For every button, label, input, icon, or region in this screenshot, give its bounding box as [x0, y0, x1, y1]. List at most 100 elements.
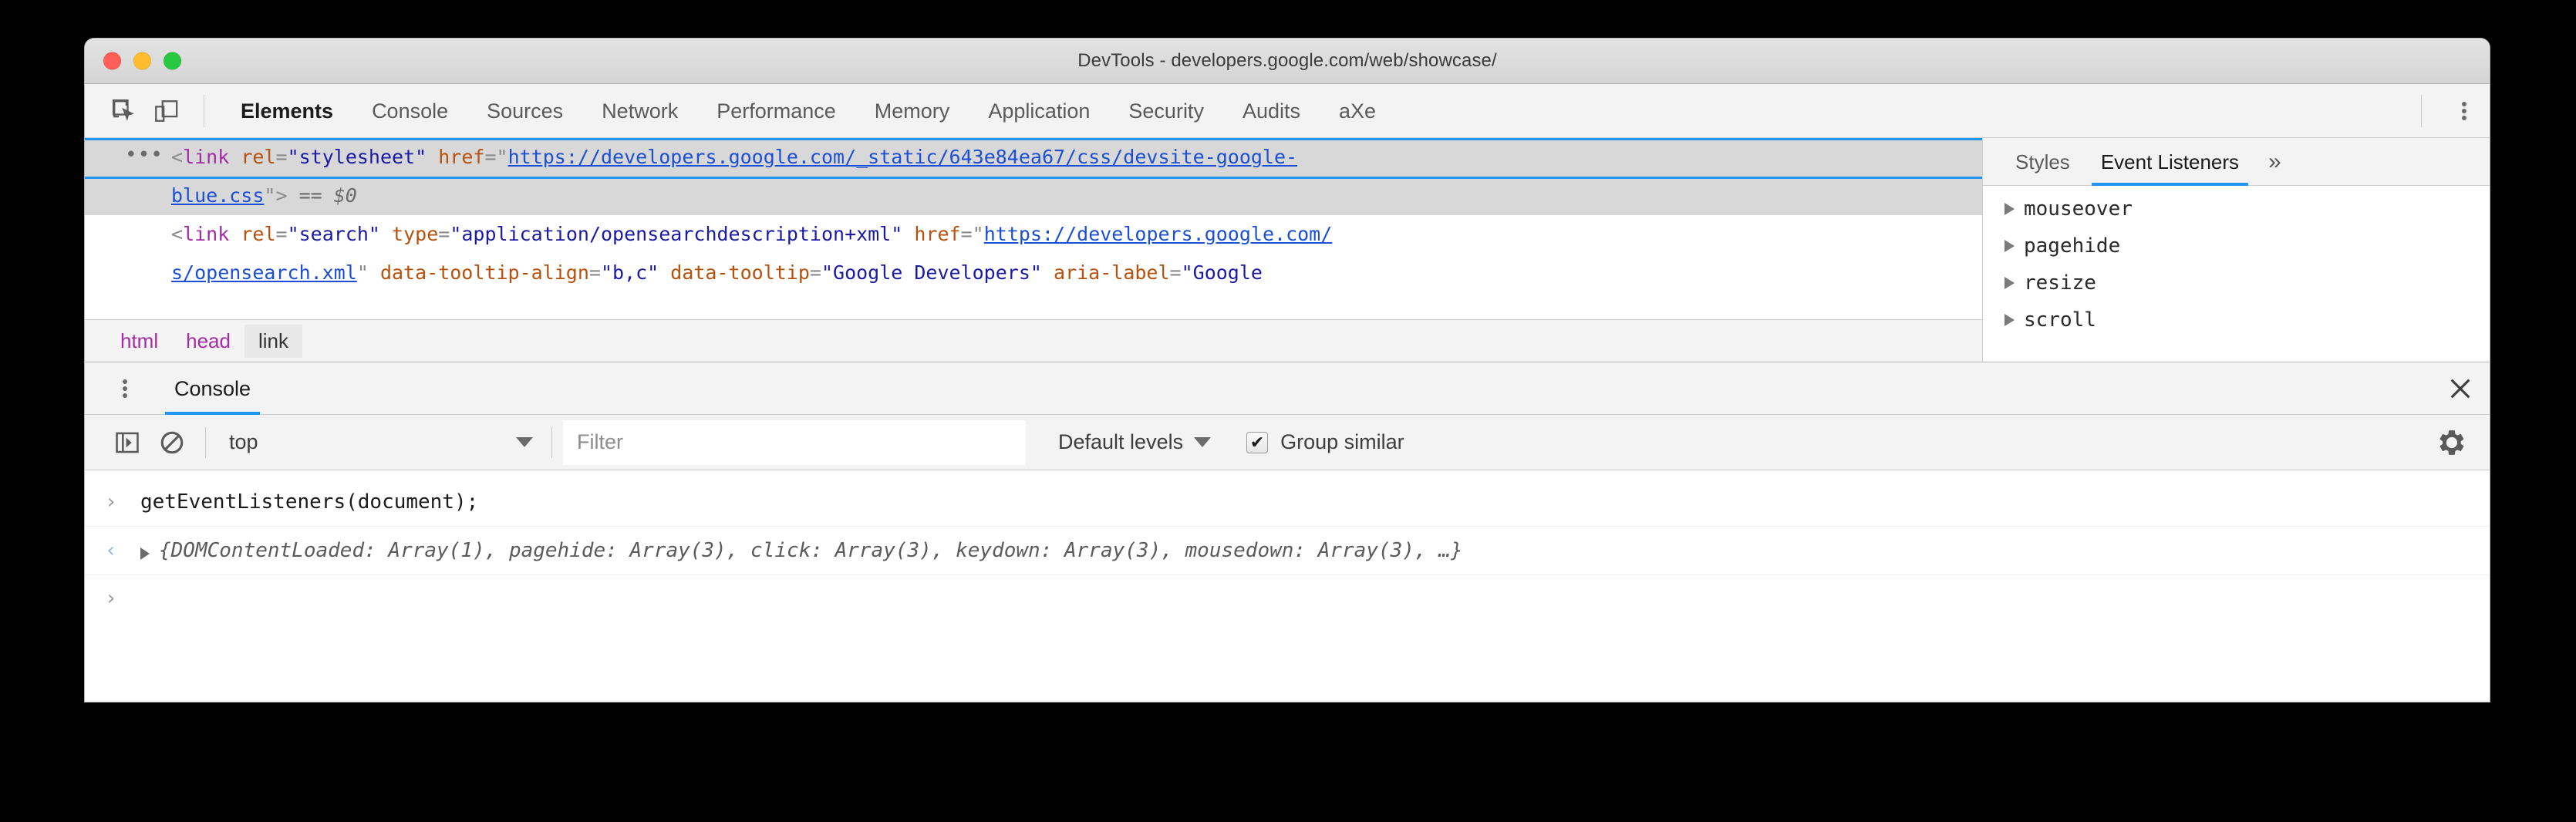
- chevron-down-icon: [1194, 437, 1211, 447]
- attr-tooltip-name: data-tooltip: [670, 261, 810, 284]
- tab-network[interactable]: Network: [582, 84, 697, 138]
- tab-memory[interactable]: Memory: [855, 84, 969, 138]
- attr-href-link-part2[interactable]: blue.css: [171, 184, 264, 207]
- tab-styles[interactable]: Styles: [2000, 138, 2085, 186]
- console-toolbar-divider: [205, 427, 206, 458]
- drawer-tab-console[interactable]: Console: [157, 362, 268, 415]
- window-controls: [103, 52, 181, 70]
- window-title: DevTools - developers.google.com/web/sho…: [1077, 50, 1497, 72]
- dom-node-link-search-wrap[interactable]: s/opensearch.xml" data-tooltip-align="b,…: [85, 254, 1982, 292]
- breadcrumb-item-link[interactable]: link: [244, 325, 302, 358]
- tab-security[interactable]: Security: [1109, 84, 1223, 138]
- tag-open-bracket-2: <: [171, 223, 183, 245]
- console-sidebar-toggle-icon[interactable]: [105, 420, 150, 465]
- tag-open-bracket: <: [171, 146, 183, 168]
- tab-application[interactable]: Application: [969, 84, 1109, 138]
- listener-item-resize[interactable]: resize: [1983, 264, 2490, 302]
- breadcrumb-item-head[interactable]: head: [172, 325, 244, 358]
- sidebar-more-tabs-icon[interactable]: »: [2254, 138, 2295, 186]
- attr-href-quote-close-2: ": [357, 261, 369, 284]
- tab-performance[interactable]: Performance: [697, 84, 855, 138]
- listener-label: scroll: [2024, 302, 2096, 339]
- listener-label: mouseover: [2024, 190, 2133, 227]
- console-toolbar-divider-2: [551, 427, 552, 458]
- console-input-line[interactable]: › getEventListeners(document);: [85, 478, 2490, 527]
- console-toolbar: top Default levels ✔ Group similar: [85, 415, 2490, 470]
- attr-href-quote-open: ": [497, 146, 508, 168]
- dom-tree: ••• <link rel="stylesheet" href="https:/…: [85, 138, 1982, 292]
- console-output-line[interactable]: ‹ {DOMContentLoaded: Array(1), pagehide:…: [85, 527, 2490, 575]
- listener-label: pagehide: [2024, 227, 2120, 264]
- chevron-right-icon[interactable]: [2004, 203, 2015, 215]
- prompt-arrow-icon: ›: [105, 575, 140, 622]
- result-arrow-icon: ‹: [105, 527, 140, 574]
- attr-href-name-2: href: [914, 223, 960, 245]
- tab-console[interactable]: Console: [352, 84, 467, 138]
- device-toolbar-icon[interactable]: [145, 90, 187, 132]
- clear-console-icon[interactable]: [150, 420, 194, 465]
- attr-href-link-part1[interactable]: https://developers.google.com/_static/64…: [508, 146, 1298, 168]
- chevron-right-icon[interactable]: [2004, 314, 2015, 326]
- chevron-right-icon[interactable]: [2004, 240, 2015, 252]
- group-similar-checkbox[interactable]: ✔ Group similar: [1246, 430, 1404, 454]
- chevron-right-icon[interactable]: [140, 547, 150, 560]
- tab-audits[interactable]: Audits: [1223, 84, 1320, 138]
- tab-event-listeners[interactable]: Event Listeners: [2085, 138, 2254, 186]
- close-icon[interactable]: [2431, 362, 2490, 415]
- attr-tooltip-align-name: data-tooltip-align: [380, 261, 589, 284]
- chevron-right-icon[interactable]: [2004, 277, 2015, 289]
- breadcrumb: html head link: [85, 319, 1982, 362]
- tab-sources[interactable]: Sources: [467, 84, 582, 138]
- attr-href-link-part1-2[interactable]: https://developers.google.com/: [984, 223, 1333, 245]
- attr-href-quote-close: ">: [264, 184, 287, 207]
- elements-panel: ••• <link rel="stylesheet" href="https:/…: [85, 138, 1983, 362]
- window-titlebar: DevTools - developers.google.com/web/sho…: [85, 39, 2490, 84]
- prompt-arrow-icon: ›: [105, 478, 140, 526]
- gear-icon[interactable]: [2426, 417, 2477, 468]
- dom-node-link-search[interactable]: <link rel="search" type="application/ope…: [85, 215, 1982, 254]
- drawer-tabstrip: Console: [85, 362, 2490, 415]
- tag-name: link: [183, 146, 229, 168]
- tab-elements[interactable]: Elements: [221, 84, 352, 138]
- attr-aria-label-name: aria-label: [1054, 261, 1170, 284]
- group-similar-label: Group similar: [1280, 430, 1404, 454]
- listener-item-scroll[interactable]: scroll: [1983, 302, 2490, 339]
- console-messages: › getEventListeners(document); ‹ {DOMCon…: [85, 470, 2490, 622]
- devtools-window: DevTools - developers.google.com/web/sho…: [85, 39, 2490, 702]
- attr-rel-value: "stylesheet": [288, 146, 427, 168]
- attr-rel-name-2: rel: [241, 223, 275, 245]
- event-listeners-list: mouseover pagehide resize scroll: [1983, 186, 2490, 362]
- kebab-menu-icon[interactable]: [102, 366, 148, 412]
- minimize-window-button[interactable]: [133, 52, 151, 70]
- breadcrumb-item-html[interactable]: html: [106, 325, 172, 358]
- execution-context-value: top: [229, 430, 516, 454]
- toolbar-divider-right: [2421, 95, 2422, 127]
- console-prompt[interactable]: ›: [85, 575, 2490, 622]
- log-levels-value: Default levels: [1058, 430, 1183, 454]
- tab-axe[interactable]: aXe: [1320, 84, 1395, 138]
- console-command-text: getEventListeners(document);: [140, 478, 478, 526]
- console-result-text: {DOMContentLoaded: Array(1), pagehide: A…: [159, 527, 1463, 574]
- chevron-down-icon: [516, 437, 533, 447]
- attr-tooltip-align-value: "b,c": [601, 261, 659, 284]
- dom-node-link-stylesheet-wrap[interactable]: blue.css"> == $0: [85, 177, 1982, 215]
- zoom-window-button[interactable]: [164, 52, 181, 70]
- inspect-element-icon[interactable]: [103, 90, 145, 132]
- listener-item-mouseover[interactable]: mouseover: [1983, 190, 2490, 227]
- log-levels-select[interactable]: Default levels: [1047, 420, 1229, 465]
- kebab-menu-icon[interactable]: [2439, 84, 2490, 138]
- attr-tooltip-value: "Google Developers": [821, 261, 1042, 284]
- attr-href-quote-open-2: ": [973, 223, 984, 245]
- dom-node-link-stylesheet[interactable]: ••• <link rel="stylesheet" href="https:/…: [85, 138, 1982, 177]
- expand-ellipsis-badge[interactable]: •••: [125, 138, 164, 177]
- attr-rel-value-2: "search": [288, 223, 380, 245]
- checkbox-checkmark[interactable]: ✔: [1246, 432, 1268, 453]
- attr-href-link-part2-2[interactable]: s/opensearch.xml: [171, 261, 357, 284]
- execution-context-select[interactable]: top: [217, 420, 541, 465]
- listener-item-pagehide[interactable]: pagehide: [1983, 227, 2490, 264]
- attr-href-name: href: [438, 146, 484, 168]
- attr-aria-label-value: "Google: [1182, 261, 1263, 284]
- filter-input[interactable]: [563, 420, 1026, 465]
- attr-type-value: "application/opensearchdescription+xml": [450, 223, 902, 245]
- close-window-button[interactable]: [103, 52, 121, 70]
